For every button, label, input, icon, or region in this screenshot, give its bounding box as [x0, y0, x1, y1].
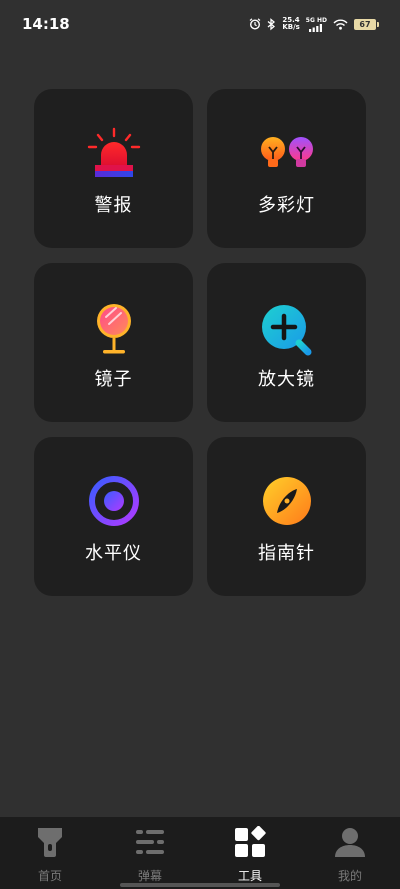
tool-compass[interactable]: 指南针	[207, 437, 366, 596]
tab-home[interactable]: 首页	[0, 817, 100, 889]
compass-icon	[262, 477, 311, 525]
bottom-tab-bar: 首页 弹幕 工具 我的	[0, 817, 400, 889]
signal-bars-icon	[309, 23, 323, 32]
tab-label: 我的	[337, 869, 362, 883]
status-bar: 14:18 25.4 KB/s 5G HD 67	[0, 0, 400, 48]
tab-barrage[interactable]: 弹幕	[100, 817, 200, 889]
signal-label: 5G HD	[305, 16, 327, 24]
alarm-siren-icon	[87, 127, 140, 177]
tool-colorful-lights[interactable]: 多彩灯	[207, 89, 366, 248]
battery-indicator: 67	[354, 18, 379, 30]
tool-label: 水平仪	[85, 543, 142, 564]
tool-label: 放大镜	[258, 369, 315, 390]
tool-label: 警报	[94, 195, 133, 216]
cell-signal: 5G HD	[306, 17, 327, 32]
barrage-icon	[136, 830, 164, 854]
home-indicator[interactable]	[120, 883, 280, 887]
tool-mirror[interactable]: 镜子	[34, 263, 193, 422]
tool-magnifier[interactable]: 放大镜	[207, 263, 366, 422]
tools-grid-icon	[235, 826, 266, 857]
tab-label: 首页	[37, 869, 62, 883]
wifi-icon	[333, 19, 348, 30]
tab-tools[interactable]: 工具	[200, 817, 300, 889]
tool-label: 多彩灯	[258, 195, 315, 216]
tab-label: 工具	[237, 869, 262, 883]
tool-alarm[interactable]: 警报	[34, 89, 193, 248]
status-icons: 25.4 KB/s 5G HD 67	[249, 14, 379, 34]
tab-profile[interactable]: 我的	[300, 817, 400, 889]
mirror-icon	[96, 304, 131, 354]
profile-icon	[335, 828, 365, 857]
tool-label: 指南针	[258, 543, 315, 564]
tool-label: 镜子	[94, 369, 133, 390]
colorful-bulbs-icon	[260, 137, 313, 167]
magnifier-icon	[261, 305, 311, 356]
status-time: 14:18	[22, 15, 70, 33]
network-speed: 25.4 KB/s	[282, 17, 299, 31]
level-icon	[88, 476, 139, 526]
tool-level[interactable]: 水平仪	[34, 437, 193, 596]
net-speed-unit: KB/s	[282, 23, 300, 31]
bluetooth-icon	[267, 17, 276, 30]
alarm-clock-icon	[249, 18, 261, 30]
tab-label: 弹幕	[137, 869, 162, 883]
flashlight-icon	[38, 828, 62, 857]
